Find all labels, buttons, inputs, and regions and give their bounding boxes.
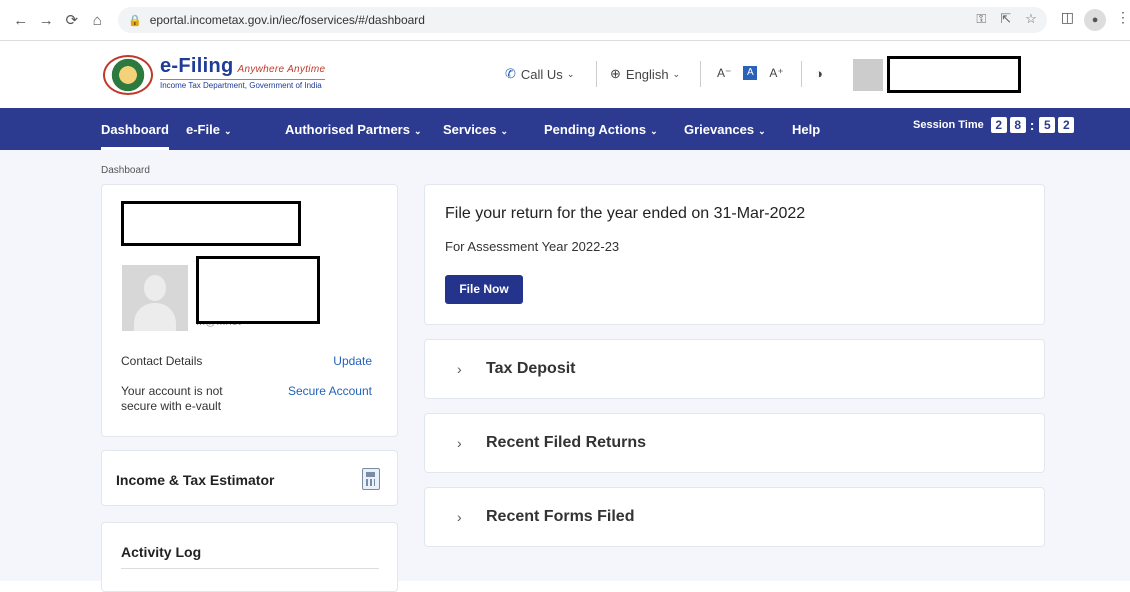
activity-log-title: Activity Log <box>121 544 202 560</box>
profile-avatar <box>122 265 188 331</box>
chevron-right-icon: › <box>457 509 462 525</box>
nav-grievances[interactable]: Grievances ⌄ <box>684 122 766 137</box>
nav-authorised-partners[interactable]: Authorised Partners ⌄ <box>285 122 422 137</box>
session-digit: 2 <box>1058 117 1075 133</box>
chevron-down-icon: ⌄ <box>758 126 766 136</box>
forward-icon[interactable]: → <box>36 9 58 31</box>
main-nav: Dashboard e-File ⌄ Authorised Partners ⌄ S… <box>0 108 1130 150</box>
language-label: English <box>625 66 669 82</box>
address-bar[interactable]: 🔒 eportal.incometax.gov.in/iec/foservice… <box>118 7 1047 33</box>
font-decrease-button[interactable]: A⁻ <box>717 66 731 80</box>
tax-estimator-card[interactable]: Income & Tax Estimator <box>101 450 398 506</box>
chevron-down-icon: ⌄ <box>650 126 658 136</box>
calculator-icon <box>362 468 380 490</box>
menu-icon[interactable]: ⋮ <box>1116 9 1130 31</box>
url-text: eportal.incometax.gov.in/iec/foservices/… <box>149 13 425 27</box>
accordion-recent-filed-returns[interactable]: › Recent Filed Returns <box>424 413 1045 473</box>
session-digit: 2 <box>990 117 1007 133</box>
redacted-username <box>887 56 1021 93</box>
sidepanel-icon[interactable]: ◫ <box>1061 9 1074 31</box>
redacted-details <box>196 256 320 324</box>
divider <box>801 61 802 87</box>
contrast-toggle[interactable]: ◑ <box>815 66 823 81</box>
assessment-year-text: For Assessment Year 2022-23 <box>445 239 620 254</box>
nav-pending-actions[interactable]: Pending Actions ⌄ <box>544 122 658 137</box>
emblem-logo <box>103 55 153 95</box>
profile-icon[interactable]: ● <box>1084 9 1107 31</box>
nav-efile[interactable]: e-File ⌄ <box>186 122 232 137</box>
update-link[interactable]: Update <box>333 354 372 368</box>
efiling-logo[interactable]: e-Filing Anywhere Anytime Income Tax Depa… <box>160 55 326 90</box>
key-icon[interactable]: ⚿ <box>976 11 986 27</box>
star-icon[interactable]: ☆ <box>1025 11 1037 27</box>
chevron-right-icon: › <box>457 435 462 451</box>
logo-tagline: Anywhere Anytime <box>237 64 326 75</box>
nav-help[interactable]: Help <box>792 122 820 137</box>
accordion-tax-deposit[interactable]: › Tax Deposit <box>424 339 1045 399</box>
chevron-down-icon: ⌄ <box>672 68 681 79</box>
chevron-down-icon: ⌄ <box>500 126 509 136</box>
breadcrumb: Dashboard <box>101 165 150 176</box>
tax-estimator-title: Income & Tax Estimator <box>116 472 275 488</box>
divider <box>121 568 379 569</box>
divider <box>596 61 597 87</box>
call-us-label: Call Us <box>520 66 563 82</box>
reload-icon[interactable]: ⟳ <box>61 9 83 31</box>
user-avatar[interactable] <box>853 59 883 91</box>
contact-details-label: Contact Details <box>121 354 203 368</box>
dashboard-content: Dashboard ...@...net Contact Details Upd… <box>0 150 1130 592</box>
site-header: e-Filing Anywhere Anytime Income Tax Depa… <box>0 41 1130 108</box>
divider <box>700 61 701 87</box>
secure-note: Your account is not secure with e-vault <box>121 384 223 413</box>
accordion-recent-forms-filed[interactable]: › Recent Forms Filed <box>424 487 1045 547</box>
file-return-card: File your return for the year ended on 3… <box>424 184 1045 325</box>
accordion-title: Tax Deposit <box>486 360 576 377</box>
session-digit: 5 <box>1039 117 1056 133</box>
profile-card: ...@...net Contact Details Update Your a… <box>101 184 398 437</box>
session-colon: : <box>1029 117 1035 133</box>
session-timer: Session Time 2 8 : 5 2 <box>913 117 1075 133</box>
chevron-right-icon: › <box>457 361 462 377</box>
logo-subtitle: Income Tax Department, Government of Ind… <box>160 79 326 90</box>
home-icon[interactable]: ⌂ <box>87 9 109 31</box>
activity-log-card: Activity Log <box>101 522 398 592</box>
chevron-down-icon: ⌄ <box>566 68 575 79</box>
chevron-down-icon: ⌄ <box>223 126 232 136</box>
back-icon[interactable]: ← <box>10 9 32 31</box>
session-label: Session Time <box>913 119 984 131</box>
redacted-name <box>121 201 301 246</box>
secure-account-link[interactable]: Secure Account <box>288 384 372 398</box>
font-increase-button[interactable]: A⁺ <box>769 66 783 80</box>
session-digit: 8 <box>1009 117 1026 133</box>
language-select[interactable]: ⊕ English ⌄ <box>610 66 680 82</box>
accordion-title: Recent Filed Returns <box>486 434 647 451</box>
file-return-title: File your return for the year ended on 3… <box>445 205 806 222</box>
browser-toolbar: ← → ⟳ ⌂ 🔒 eportal.incometax.gov.in/iec/f… <box>0 0 1130 41</box>
call-us-menu[interactable]: ✆ Call Us ⌄ <box>505 66 574 82</box>
nav-dashboard[interactable]: Dashboard <box>101 122 169 150</box>
font-normal-button[interactable]: A <box>743 66 758 80</box>
share-icon[interactable]: ⇱ <box>1000 11 1011 27</box>
phone-icon: ✆ <box>505 66 516 81</box>
chevron-down-icon: ⌄ <box>413 126 422 136</box>
accordion-title: Recent Forms Filed <box>486 508 635 525</box>
lock-icon[interactable]: 🔒 <box>128 14 142 27</box>
globe-icon: ⊕ <box>610 66 621 81</box>
file-now-button[interactable]: File Now <box>445 275 523 304</box>
nav-services[interactable]: Services ⌄ <box>443 122 508 137</box>
logo-title: e-Filing <box>160 55 234 77</box>
